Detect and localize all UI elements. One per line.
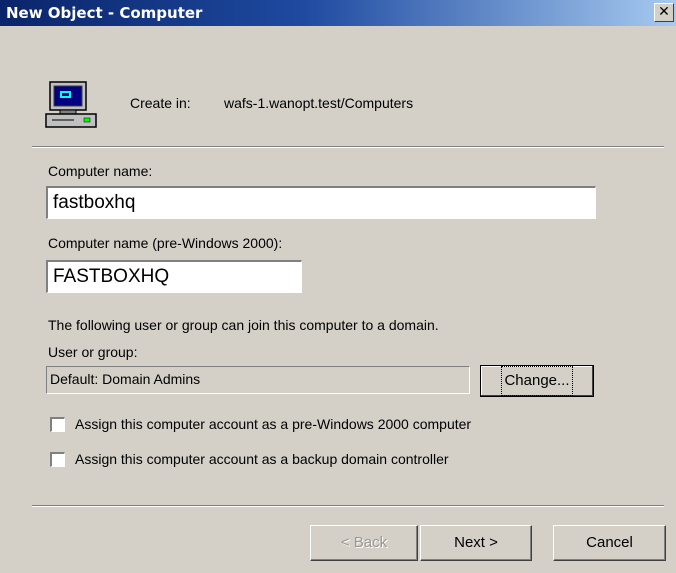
pre2000-name-label: Computer name (pre-Windows 2000): xyxy=(48,235,283,251)
pre2000-checkbox[interactable] xyxy=(50,417,65,432)
window-title: New Object - Computer xyxy=(6,4,203,22)
create-in-path: wafs-1.wanopt.test/Computers xyxy=(224,95,414,111)
change-button[interactable]: Change... xyxy=(480,365,594,397)
bdc-checkbox-label[interactable]: Assign this computer account as a backup… xyxy=(75,451,449,467)
create-in-label: Create in: xyxy=(130,95,191,111)
title-bar: New Object - Computer ✕ xyxy=(0,0,676,26)
pre2000-name-input[interactable]: FASTBOXHQ xyxy=(46,260,302,293)
computer-icon xyxy=(45,81,97,128)
user-group-label: User or group: xyxy=(48,344,138,360)
change-button-label: Change... xyxy=(501,366,573,396)
join-info-text: The following user or group can join thi… xyxy=(48,317,439,333)
user-group-field: Default: Domain Admins xyxy=(46,366,470,394)
separator-top xyxy=(32,146,664,148)
close-button[interactable]: ✕ xyxy=(654,3,674,22)
back-button[interactable]: < Back xyxy=(310,525,418,561)
computer-name-label: Computer name: xyxy=(48,163,153,179)
cancel-button[interactable]: Cancel xyxy=(553,525,666,561)
next-button[interactable]: Next > xyxy=(420,525,532,561)
bdc-checkbox[interactable] xyxy=(50,452,65,467)
pre2000-checkbox-label[interactable]: Assign this computer account as a pre-Wi… xyxy=(75,416,471,432)
separator-bottom xyxy=(32,505,664,507)
computer-name-input[interactable]: fastboxhq xyxy=(46,186,596,219)
